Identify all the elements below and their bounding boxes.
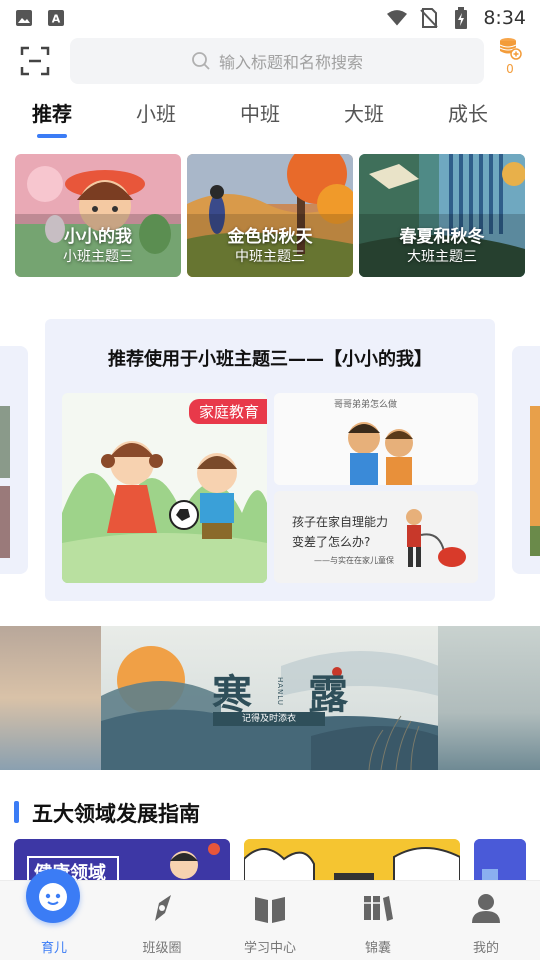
nav-home-circle bbox=[26, 869, 80, 923]
theme-card-middle[interactable]: 金色的秋天 中班主题三 bbox=[187, 154, 353, 277]
domain-card-3[interactable] bbox=[474, 839, 526, 883]
theme-card-small[interactable]: 小小的我 小班主题三 bbox=[15, 154, 181, 277]
status-bar: A 8:34 bbox=[0, 0, 540, 36]
search-input[interactable]: 输入标题和名称搜索 bbox=[70, 38, 484, 84]
battery-icon bbox=[451, 7, 471, 29]
compass-icon bbox=[155, 895, 171, 921]
nav-mine[interactable]: 我的 bbox=[432, 881, 540, 960]
tab-small-class[interactable]: 小班 bbox=[136, 98, 176, 127]
banner-prev-image bbox=[0, 626, 102, 770]
tab-growth[interactable]: 成长 bbox=[448, 98, 488, 127]
status-time: 8:34 bbox=[483, 7, 526, 29]
app-header: 输入标题和名称搜索 0 bbox=[0, 36, 540, 86]
nav-label: 班级圈 bbox=[142, 941, 182, 956]
baby-face-icon bbox=[39, 883, 67, 911]
banner-pinyin: HANLU bbox=[276, 676, 284, 706]
theme-title: 春夏和秋冬 bbox=[399, 227, 485, 247]
book-icon bbox=[255, 897, 285, 923]
section-title: 五大领域发展指南 bbox=[32, 802, 200, 826]
caption-top: 哥哥弟弟怎么做 bbox=[334, 400, 398, 410]
nav-class-circle[interactable]: 班级圈 bbox=[108, 881, 216, 960]
carousel-next-card[interactable] bbox=[512, 346, 540, 574]
theme-title: 金色的秋天 bbox=[227, 227, 313, 247]
theme-subtitle: 中班主题三 bbox=[235, 249, 305, 265]
theme-card-big[interactable]: 春夏和秋冬 大班主题三 bbox=[359, 154, 525, 277]
nav-learning-center[interactable]: 学习中心 bbox=[216, 881, 324, 960]
theme-title: 小小的我 bbox=[64, 227, 132, 247]
theme-subtitle: 小班主题三 bbox=[63, 249, 133, 265]
nav-tips[interactable]: 锦囊 bbox=[324, 881, 432, 960]
theme-cards: 小小的我 小班主题三 金色的秋天 中班主题三 春夏和秋冬 大班主题三 bbox=[15, 154, 525, 277]
nav-label: 育儿 bbox=[40, 941, 67, 956]
user-icon bbox=[472, 894, 500, 923]
next-card-image bbox=[530, 406, 540, 556]
carousel-prev-card[interactable] bbox=[0, 346, 28, 574]
solar-term-banner[interactable]: 寒 HANLU 露 记得及时添衣 bbox=[0, 626, 540, 770]
theme-subtitle: 大班主题三 bbox=[407, 249, 477, 265]
banner-next-image bbox=[438, 626, 540, 770]
scan-button[interactable] bbox=[20, 46, 50, 76]
domain-card-3-art bbox=[474, 839, 526, 883]
search-placeholder: 输入标题和名称搜索 bbox=[218, 53, 363, 72]
coin-icon bbox=[499, 38, 522, 60]
bookshelf-icon bbox=[364, 896, 393, 921]
nav-parenting[interactable]: 育儿 bbox=[0, 869, 108, 960]
caption-line-3: ——与实在在家儿童保 bbox=[314, 556, 394, 565]
image-icon bbox=[14, 8, 34, 28]
tag-family-education: 家庭教育 bbox=[188, 399, 267, 424]
tab-recommend[interactable]: 推荐 bbox=[32, 98, 72, 127]
coin-count: 0 bbox=[506, 62, 514, 76]
coin-button[interactable]: 0 bbox=[496, 36, 524, 84]
font-icon: A bbox=[46, 8, 66, 28]
nav-label: 我的 bbox=[472, 941, 499, 956]
recommend-image-main[interactable]: 家庭教育 bbox=[62, 393, 267, 583]
nav-label: 学习中心 bbox=[243, 941, 296, 956]
recommend-image-bottom-right[interactable]: 孩子在家自理能力 变差了怎么办? ——与实在在家儿童保 bbox=[274, 491, 478, 583]
section-accent-bar bbox=[14, 801, 19, 823]
recommend-image-top-right[interactable]: 哥哥弟弟怎么做 bbox=[274, 393, 478, 485]
prev-card-image bbox=[0, 406, 10, 558]
scan-icon bbox=[20, 46, 50, 76]
bottom-navigation: 育儿 班级圈 学习中心 锦囊 我的 bbox=[0, 869, 540, 960]
wifi-icon bbox=[387, 8, 408, 28]
tab-big-class[interactable]: 大班 bbox=[344, 98, 384, 127]
recommend-card[interactable]: 推荐使用于小班主题三——【小小的我】 家庭教育 哥哥弟弟怎么做 孩子在家自理能力… bbox=[45, 319, 495, 601]
nav-label: 锦囊 bbox=[364, 941, 391, 956]
svg-text:A: A bbox=[52, 13, 61, 26]
caption-line-2: 变差了怎么办? bbox=[292, 535, 371, 549]
no-sim-icon bbox=[419, 8, 439, 28]
tab-middle-class[interactable]: 中班 bbox=[240, 98, 280, 127]
active-tab-indicator bbox=[37, 134, 67, 138]
recommend-title: 推荐使用于小班主题三——【小小的我】 bbox=[108, 349, 432, 370]
caption-line-1: 孩子在家自理能力 bbox=[292, 515, 389, 529]
category-tabs: 推荐 小班 中班 大班 成长 bbox=[0, 92, 540, 140]
search-icon bbox=[192, 52, 210, 70]
domain-card-2-art bbox=[244, 839, 460, 883]
domain-card-2[interactable] bbox=[244, 839, 460, 883]
banner-subtitle: 记得及时添衣 bbox=[241, 714, 296, 724]
